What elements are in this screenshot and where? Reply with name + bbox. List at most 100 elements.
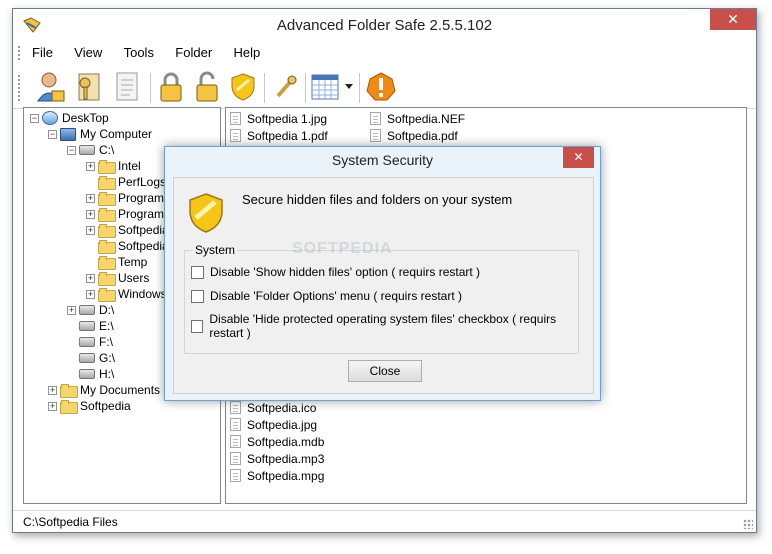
expand-icon[interactable]: + — [67, 305, 76, 315]
expand-icon[interactable]: + — [86, 289, 95, 299]
file-item[interactable]: Softpedia.jpg — [230, 416, 317, 433]
key-icon[interactable] — [71, 69, 107, 105]
tree-item-folder[interactable]: + Program — [86, 206, 164, 222]
checkbox[interactable] — [191, 289, 204, 303]
tree-item-drive[interactable]: E:\ — [79, 318, 114, 334]
tree-item-label: Intel — [118, 159, 141, 173]
watermark: SOFTPEDIA — [292, 240, 393, 257]
drive-icon — [79, 369, 95, 379]
tree-item-drive[interactable]: + D:\ — [67, 302, 114, 318]
status-bar: C:\Softpedia Files — [13, 510, 756, 532]
close-button[interactable]: Close — [348, 360, 422, 382]
tree-item-drive-c[interactable]: − C:\ — [67, 142, 114, 158]
dialog-close-button[interactable]: ✕ — [563, 147, 594, 168]
tree-item-label: PerfLogs — [118, 175, 167, 189]
option-disable-folder-options[interactable]: Disable 'Folder Options' menu ( requirs … — [191, 289, 462, 303]
warning-icon[interactable] — [363, 69, 399, 105]
toolbar-separator — [150, 73, 151, 103]
file-icon — [230, 435, 241, 448]
checkbox[interactable] — [191, 319, 204, 333]
tree-item-label: H:\ — [99, 367, 115, 381]
collapse-icon[interactable]: − — [30, 113, 39, 123]
dialog-heading: Secure hidden files and folders on your … — [242, 192, 513, 207]
calendar-icon[interactable] — [307, 69, 343, 105]
drive-icon — [79, 337, 95, 347]
file-icon — [230, 129, 241, 142]
document-icon[interactable] — [109, 69, 145, 105]
file-item[interactable]: Softpedia.mdb — [230, 433, 324, 450]
documents-folder-icon — [60, 384, 78, 398]
tree-item-folder[interactable]: PerfLogs — [98, 174, 166, 190]
file-item[interactable]: Softpedia.mpg — [230, 467, 324, 484]
folder-icon — [60, 400, 78, 414]
tree-item-softpedia[interactable]: + Softpedia — [48, 398, 131, 414]
tree-item-label: My Documents — [80, 383, 161, 397]
file-name: Softpedia.jpg — [247, 417, 318, 432]
folder-icon — [98, 256, 116, 270]
tree-item-drive[interactable]: H:\ — [79, 366, 114, 382]
checkbox[interactable] — [191, 265, 204, 279]
expand-icon[interactable]: + — [86, 273, 95, 283]
tree-item-drive[interactable]: F:\ — [79, 334, 113, 350]
tree-item-my-documents[interactable]: + My Documents — [48, 382, 160, 398]
tree-item-folder[interactable]: + Program — [86, 190, 164, 206]
window-close-button[interactable]: ✕ — [710, 9, 756, 30]
expand-icon[interactable]: + — [86, 225, 95, 235]
tree-item-folder[interactable]: + Windows — [86, 286, 167, 302]
tree-item-desktop[interactable]: − DeskTop — [30, 110, 109, 126]
file-item[interactable]: Softpedia 1.pdf — [230, 127, 328, 144]
tree-item-folder[interactable]: + Softpedia — [86, 222, 169, 238]
lock-closed-icon[interactable] — [153, 69, 189, 105]
tree-item-folder[interactable]: + Intel — [86, 158, 141, 174]
tree-item-folder[interactable]: Temp — [98, 254, 147, 270]
menu-view[interactable]: View — [65, 41, 111, 60]
file-item[interactable]: Softpedia.pdf — [370, 127, 458, 144]
tree-item-folder[interactable]: + Users — [86, 270, 149, 286]
expand-icon[interactable]: + — [48, 385, 57, 395]
option-disable-hide-protected[interactable]: Disable 'Hide protected operating system… — [191, 312, 578, 340]
tree-item-drive[interactable]: G:\ — [79, 350, 115, 366]
folder-icon — [98, 192, 116, 206]
file-item[interactable]: Softpedia.mp3 — [230, 450, 324, 467]
file-name: Softpedia.mpg — [247, 468, 325, 483]
dropdown-arrow-icon[interactable] — [343, 69, 355, 105]
shield-icon[interactable] — [225, 69, 261, 105]
tree-item-label: Windows — [118, 287, 167, 301]
group-label: System — [193, 243, 238, 257]
tree-item-label: My Computer — [80, 127, 153, 141]
option-disable-show-hidden[interactable]: Disable 'Show hidden files' option ( req… — [191, 265, 480, 279]
menu-help[interactable]: Help — [225, 41, 270, 60]
wrench-icon[interactable] — [267, 69, 303, 105]
toolbar-grip — [18, 75, 21, 101]
file-item[interactable]: Softpedia 1.jpg — [230, 110, 327, 127]
dialog-body: Secure hidden files and folders on your … — [173, 177, 594, 394]
tree-item-label: Softpedia — [118, 223, 169, 237]
tree-item-my-computer[interactable]: − My Computer — [48, 126, 152, 142]
menu-folder[interactable]: Folder — [166, 41, 221, 60]
tree-item-folder[interactable]: Softpedia — [98, 238, 169, 254]
file-item[interactable]: Softpedia.ico — [230, 399, 316, 416]
tree-item-label: D:\ — [99, 303, 115, 317]
expand-icon[interactable]: + — [86, 193, 95, 203]
resize-grip-icon[interactable] — [743, 519, 753, 529]
toolbar-separator — [264, 73, 265, 103]
window-title: Advanced Folder Safe 2.5.5.102 — [276, 17, 493, 34]
expand-icon[interactable]: + — [86, 209, 95, 219]
menu-file[interactable]: File — [23, 41, 62, 60]
option-label: Disable 'Show hidden files' option ( req… — [210, 265, 481, 279]
expand-icon[interactable]: + — [48, 401, 57, 411]
collapse-icon[interactable]: − — [48, 129, 57, 139]
desktop-icon — [42, 111, 58, 125]
option-label: Disable 'Hide protected operating system… — [209, 312, 557, 340]
expand-icon[interactable]: + — [86, 161, 95, 171]
user-lock-icon[interactable] — [33, 69, 69, 105]
file-item[interactable]: Softpedia.NEF — [370, 110, 465, 127]
folder-icon — [98, 160, 116, 174]
status-path: C:\Softpedia Files — [23, 515, 118, 529]
collapse-icon[interactable]: − — [67, 145, 76, 155]
lock-open-icon[interactable] — [189, 69, 225, 105]
file-name: Softpedia.ico — [247, 400, 317, 415]
folder-icon — [98, 288, 116, 302]
menu-tools[interactable]: Tools — [115, 41, 163, 60]
toolbar-separator — [305, 73, 306, 103]
